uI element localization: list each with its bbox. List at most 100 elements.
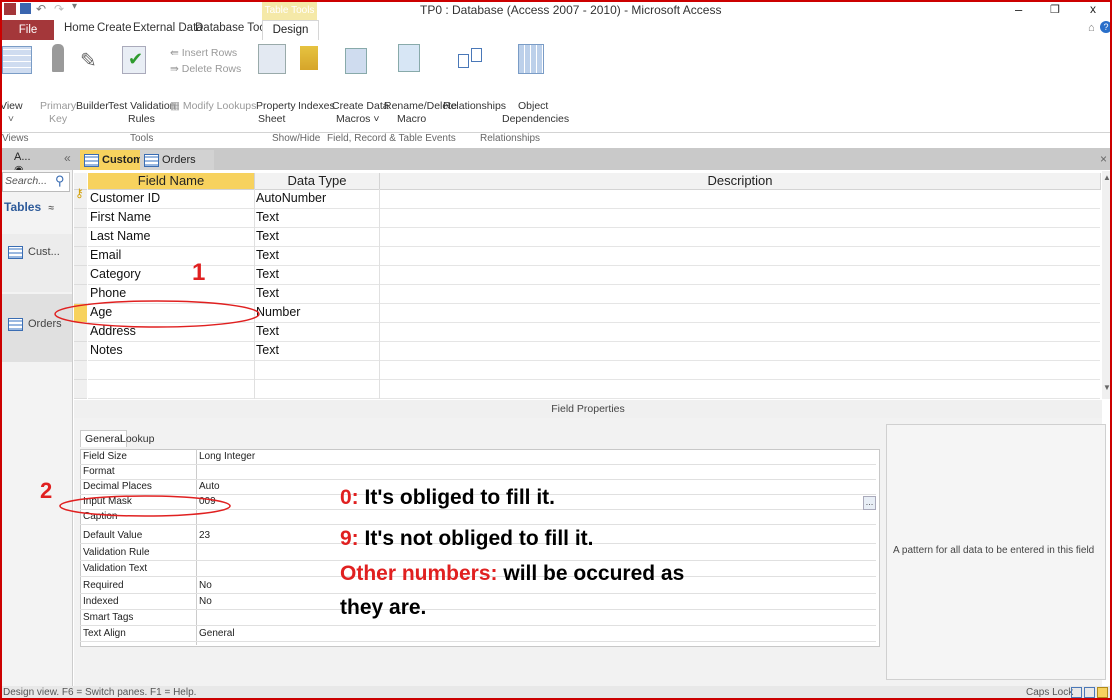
field-name-cell[interactable]: Category — [90, 267, 141, 281]
tab-design[interactable]: Design — [262, 20, 319, 41]
row-selector[interactable] — [74, 209, 87, 228]
tab-external-data[interactable]: External Data — [133, 22, 203, 34]
nav-section-tables[interactable]: Tables ≈ — [4, 200, 54, 214]
delete-rows-button[interactable]: ⇛ Delete Rows — [170, 63, 241, 76]
modify-lookups-button[interactable]: ▦ Modify Lookups — [170, 100, 256, 113]
shutter-bar-icon[interactable]: « — [64, 151, 71, 165]
collapse-section-icon[interactable]: ≈ — [48, 203, 54, 214]
collapse-ribbon-icon[interactable]: ⌂ — [1088, 22, 1095, 34]
datasheet-view-icon[interactable] — [1071, 687, 1082, 698]
nav-pane-header[interactable]: A... ◉ — [14, 151, 42, 176]
test-validation-icon[interactable]: ✔ — [122, 46, 146, 74]
object-dependencies-button[interactable]: Object — [518, 100, 548, 113]
property-value[interactable]: General — [199, 628, 235, 639]
object-dependencies-icon[interactable] — [518, 44, 544, 74]
data-type-cell[interactable]: Text — [256, 267, 279, 281]
col-header-field-name[interactable]: Field Name — [88, 173, 255, 190]
primary-key-button[interactable]: Primary — [40, 100, 76, 113]
scroll-down-icon[interactable]: ▼ — [1103, 383, 1111, 392]
scroll-up-icon[interactable]: ▲ — [1103, 173, 1111, 182]
help-icon[interactable]: ? — [1100, 21, 1112, 33]
row-selector[interactable] — [74, 361, 87, 380]
create-data-macros-button[interactable]: Create Data — [332, 100, 389, 113]
builder-ellipsis-button[interactable]: … — [863, 496, 876, 510]
grid-scrollbar[interactable]: ▲ ▼ — [1102, 171, 1112, 399]
field-name-cell[interactable]: Last Name — [90, 229, 150, 243]
row-selector[interactable] — [74, 380, 87, 399]
data-type-cell[interactable]: Text — [256, 248, 279, 262]
tab-file[interactable]: File — [2, 20, 54, 40]
table-row[interactable]: First Name Text — [88, 209, 1100, 228]
minimize-button[interactable]: – — [1015, 2, 1022, 17]
property-sheet-button[interactable]: Property — [256, 100, 296, 113]
undo-icon[interactable]: ↶ — [36, 2, 46, 16]
col-header-description[interactable]: Description — [380, 173, 1101, 190]
row-selector[interactable] — [74, 342, 87, 361]
property-row[interactable]: Indexed No — [80, 596, 876, 610]
property-value[interactable]: 23 — [199, 530, 210, 541]
view-dropdown-icon[interactable]: ˅ — [0, 113, 22, 126]
property-row[interactable]: Text Align General — [80, 628, 876, 642]
property-value[interactable]: Long Integer — [199, 451, 255, 462]
property-value[interactable]: Auto — [199, 481, 220, 492]
data-type-cell[interactable]: Text — [256, 210, 279, 224]
view-icon[interactable] — [2, 46, 32, 74]
relationships-button[interactable]: Relationships — [443, 100, 506, 113]
table-row-empty[interactable] — [88, 361, 1100, 380]
property-row[interactable]: Smart Tags — [80, 612, 876, 626]
property-value[interactable]: No — [199, 580, 212, 591]
property-row[interactable]: Field Size Long Integer — [80, 451, 876, 465]
property-row[interactable]: Format — [80, 466, 876, 480]
table-row[interactable]: Notes Text — [88, 342, 1100, 361]
pivot-view-icon[interactable] — [1084, 687, 1095, 698]
table-row-empty[interactable] — [88, 380, 1100, 399]
tab-orders[interactable]: Orders — [140, 150, 214, 170]
table-row[interactable]: Last Name Text — [88, 228, 1100, 247]
close-document-icon[interactable]: × — [1100, 152, 1107, 166]
annotation-text-9: It's not obliged to fill it. — [364, 527, 594, 550]
row-selector[interactable]: ⚷ — [74, 186, 87, 209]
create-data-macros-icon[interactable] — [345, 48, 367, 74]
primary-key-icon[interactable] — [52, 44, 64, 72]
view-button[interactable]: View — [0, 100, 23, 113]
table-icon — [8, 318, 23, 331]
table-row[interactable]: Category Text — [88, 266, 1100, 285]
indexes-button[interactable]: Indexes — [298, 100, 335, 113]
field-name-cell[interactable]: Customer ID — [90, 191, 160, 205]
nav-item-customers[interactable]: Cust... — [0, 234, 72, 292]
row-selector[interactable] — [74, 247, 87, 266]
tab-lookup[interactable]: Lookup — [120, 432, 154, 446]
search-icon[interactable]: ⚲ — [55, 173, 65, 189]
data-type-cell[interactable]: Text — [256, 343, 279, 357]
redo-icon[interactable]: ↷ — [54, 2, 64, 16]
restore-button[interactable]: ❐ — [1050, 3, 1060, 16]
property-value[interactable]: No — [199, 596, 212, 607]
save-icon[interactable] — [20, 3, 31, 14]
group-tools-label: Tools — [130, 133, 154, 144]
builder-button[interactable]: Builder — [76, 100, 109, 113]
indexes-icon[interactable] — [300, 46, 318, 70]
test-validation-button[interactable]: Test Validation — [108, 100, 176, 113]
rename-delete-macro-icon[interactable] — [398, 44, 420, 72]
relationships-icon[interactable] — [458, 48, 482, 70]
insert-rows-button[interactable]: ⇚ Insert Rows — [170, 47, 237, 60]
design-view-icon[interactable] — [1097, 687, 1108, 698]
data-type-cell[interactable]: Number — [256, 305, 300, 319]
property-sheet-icon[interactable] — [258, 44, 286, 74]
table-row[interactable]: Customer ID AutoNumber — [88, 190, 1100, 209]
search-input[interactable]: Search... ⚲ — [2, 172, 70, 192]
tab-create[interactable]: Create — [97, 22, 132, 34]
close-button[interactable]: x — [1090, 2, 1096, 16]
tab-home[interactable]: Home — [64, 22, 95, 34]
field-name-cell[interactable]: Notes — [90, 343, 123, 357]
row-selector[interactable] — [74, 228, 87, 247]
builder-icon[interactable]: ✎ — [80, 48, 100, 72]
row-selector[interactable] — [74, 266, 87, 285]
data-type-cell[interactable]: Text — [256, 229, 279, 243]
field-name-cell[interactable]: First Name — [90, 210, 151, 224]
data-type-cell[interactable]: AutoNumber — [256, 191, 326, 205]
col-header-data-type[interactable]: Data Type — [255, 173, 380, 190]
customize-qat-icon[interactable]: ▾ — [72, 1, 77, 12]
field-name-cell[interactable]: Email — [90, 248, 121, 262]
table-row[interactable]: Email Text — [88, 247, 1100, 266]
